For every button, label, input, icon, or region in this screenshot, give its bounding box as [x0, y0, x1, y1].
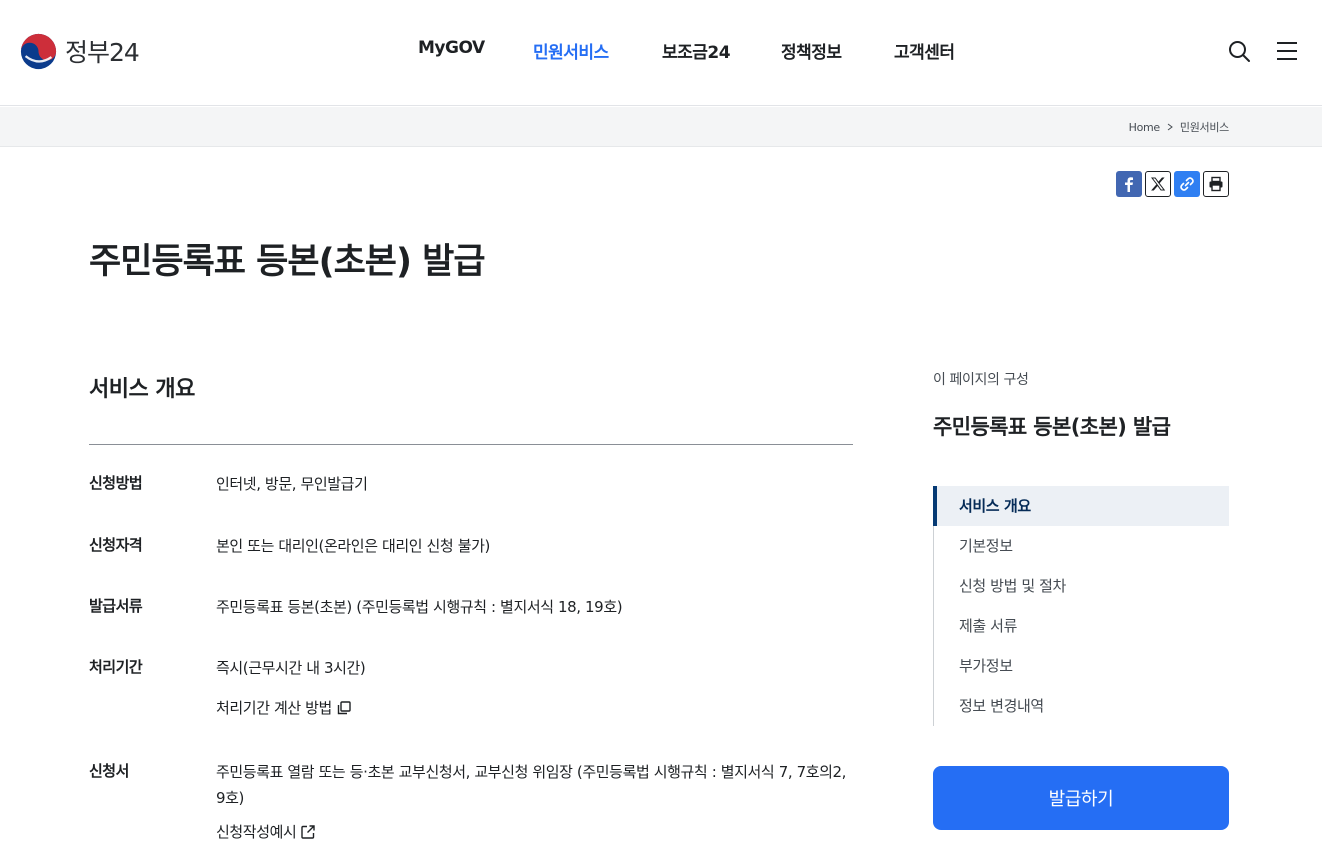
- info-label: 신청서: [89, 762, 129, 780]
- info-value-wrap: 즉시(근무시간 내 3시간) 처리기간 계산 방법: [216, 655, 856, 721]
- toc-item-additional-info[interactable]: 부가정보: [934, 646, 1229, 686]
- toc-item-documents[interactable]: 제출 서류: [934, 606, 1229, 646]
- facebook-share-button[interactable]: [1116, 171, 1142, 197]
- info-label: 신청방법: [89, 474, 143, 492]
- application-example-link[interactable]: 신청작성예시: [216, 819, 316, 845]
- nav-civil-service[interactable]: 민원서비스: [533, 38, 609, 63]
- print-button[interactable]: [1203, 171, 1229, 197]
- copy-window-icon: [337, 701, 351, 715]
- site-header: 정부24 MyGOV 민원서비스 보조금24 정책정보 고객센터: [0, 0, 1322, 106]
- issue-apply-button[interactable]: 발급하기: [933, 766, 1229, 830]
- nav-policy-info[interactable]: 정책정보: [781, 38, 842, 63]
- x-share-button[interactable]: [1145, 171, 1171, 197]
- print-icon: [1209, 176, 1223, 192]
- toc-item-change-history[interactable]: 정보 변경내역: [934, 686, 1229, 726]
- search-icon[interactable]: [1227, 39, 1251, 63]
- section-divider: [89, 444, 853, 445]
- share-toolbar: [1116, 171, 1229, 197]
- info-value: 주민등록표 등본(초본) (주민등록법 시행규칙 : 별지서식 18, 19호): [216, 598, 623, 616]
- info-value: 인터넷, 방문, 무인발급기: [216, 475, 368, 493]
- page-toc: 서비스 개요 기본정보 신청 방법 및 절차 제출 서류 부가정보 정보 변경내…: [933, 486, 1229, 726]
- nav-mygov[interactable]: MyGOV: [418, 38, 485, 58]
- toc-item-basic-info[interactable]: 기본정보: [934, 526, 1229, 566]
- link-label: 신청작성예시: [216, 823, 297, 841]
- toc-caption: 이 페이지의 구성: [933, 372, 1029, 388]
- info-label: 발급서류: [89, 597, 143, 615]
- copy-link-button[interactable]: [1174, 171, 1200, 197]
- facebook-icon: [1125, 177, 1133, 192]
- nav-subsidy24[interactable]: 보조금24: [662, 38, 731, 63]
- toc-title: 주민등록표 등본(초본) 발급: [933, 415, 1171, 439]
- info-value: 본인 또는 대리인(온라인은 대리인 신청 불가): [216, 537, 490, 555]
- chevron-right-icon: [1167, 123, 1173, 131]
- processing-time-calc-link[interactable]: 처리기간 계산 방법: [216, 695, 352, 721]
- breadcrumb-bar: Home 민원서비스: [0, 107, 1322, 147]
- info-label: 처리기간: [89, 658, 143, 676]
- link-label: 처리기간 계산 방법: [216, 699, 332, 717]
- hamburger-menu-icon[interactable]: [1275, 39, 1299, 63]
- external-link-icon: [301, 825, 316, 839]
- x-icon: [1150, 177, 1166, 191]
- nav-customer-center[interactable]: 고객센터: [894, 38, 955, 63]
- info-value: 즉시(근무시간 내 3시간): [216, 659, 366, 677]
- info-value-wrap: 주민등록표 열람 또는 등·초본 교부신청서, 교부신청 위임장 (주민등록법 …: [216, 759, 852, 845]
- section-title-overview: 서비스 개요: [89, 377, 195, 402]
- breadcrumb: Home 민원서비스: [1129, 119, 1230, 135]
- link-icon: [1180, 177, 1194, 191]
- main-navigation: MyGOV 민원서비스 보조금24 정책정보 고객센터: [0, 38, 1322, 64]
- page-title: 주민등록표 등본(초본) 발급: [89, 242, 486, 282]
- info-label: 신청자격: [89, 536, 143, 554]
- breadcrumb-home[interactable]: Home: [1129, 121, 1161, 134]
- info-value: 주민등록표 열람 또는 등·초본 교부신청서, 교부신청 위임장 (주민등록법 …: [216, 763, 847, 807]
- toc-item-overview[interactable]: 서비스 개요: [933, 486, 1229, 526]
- toc-item-procedure[interactable]: 신청 방법 및 절차: [934, 566, 1229, 606]
- breadcrumb-current[interactable]: 민원서비스: [1180, 119, 1229, 135]
